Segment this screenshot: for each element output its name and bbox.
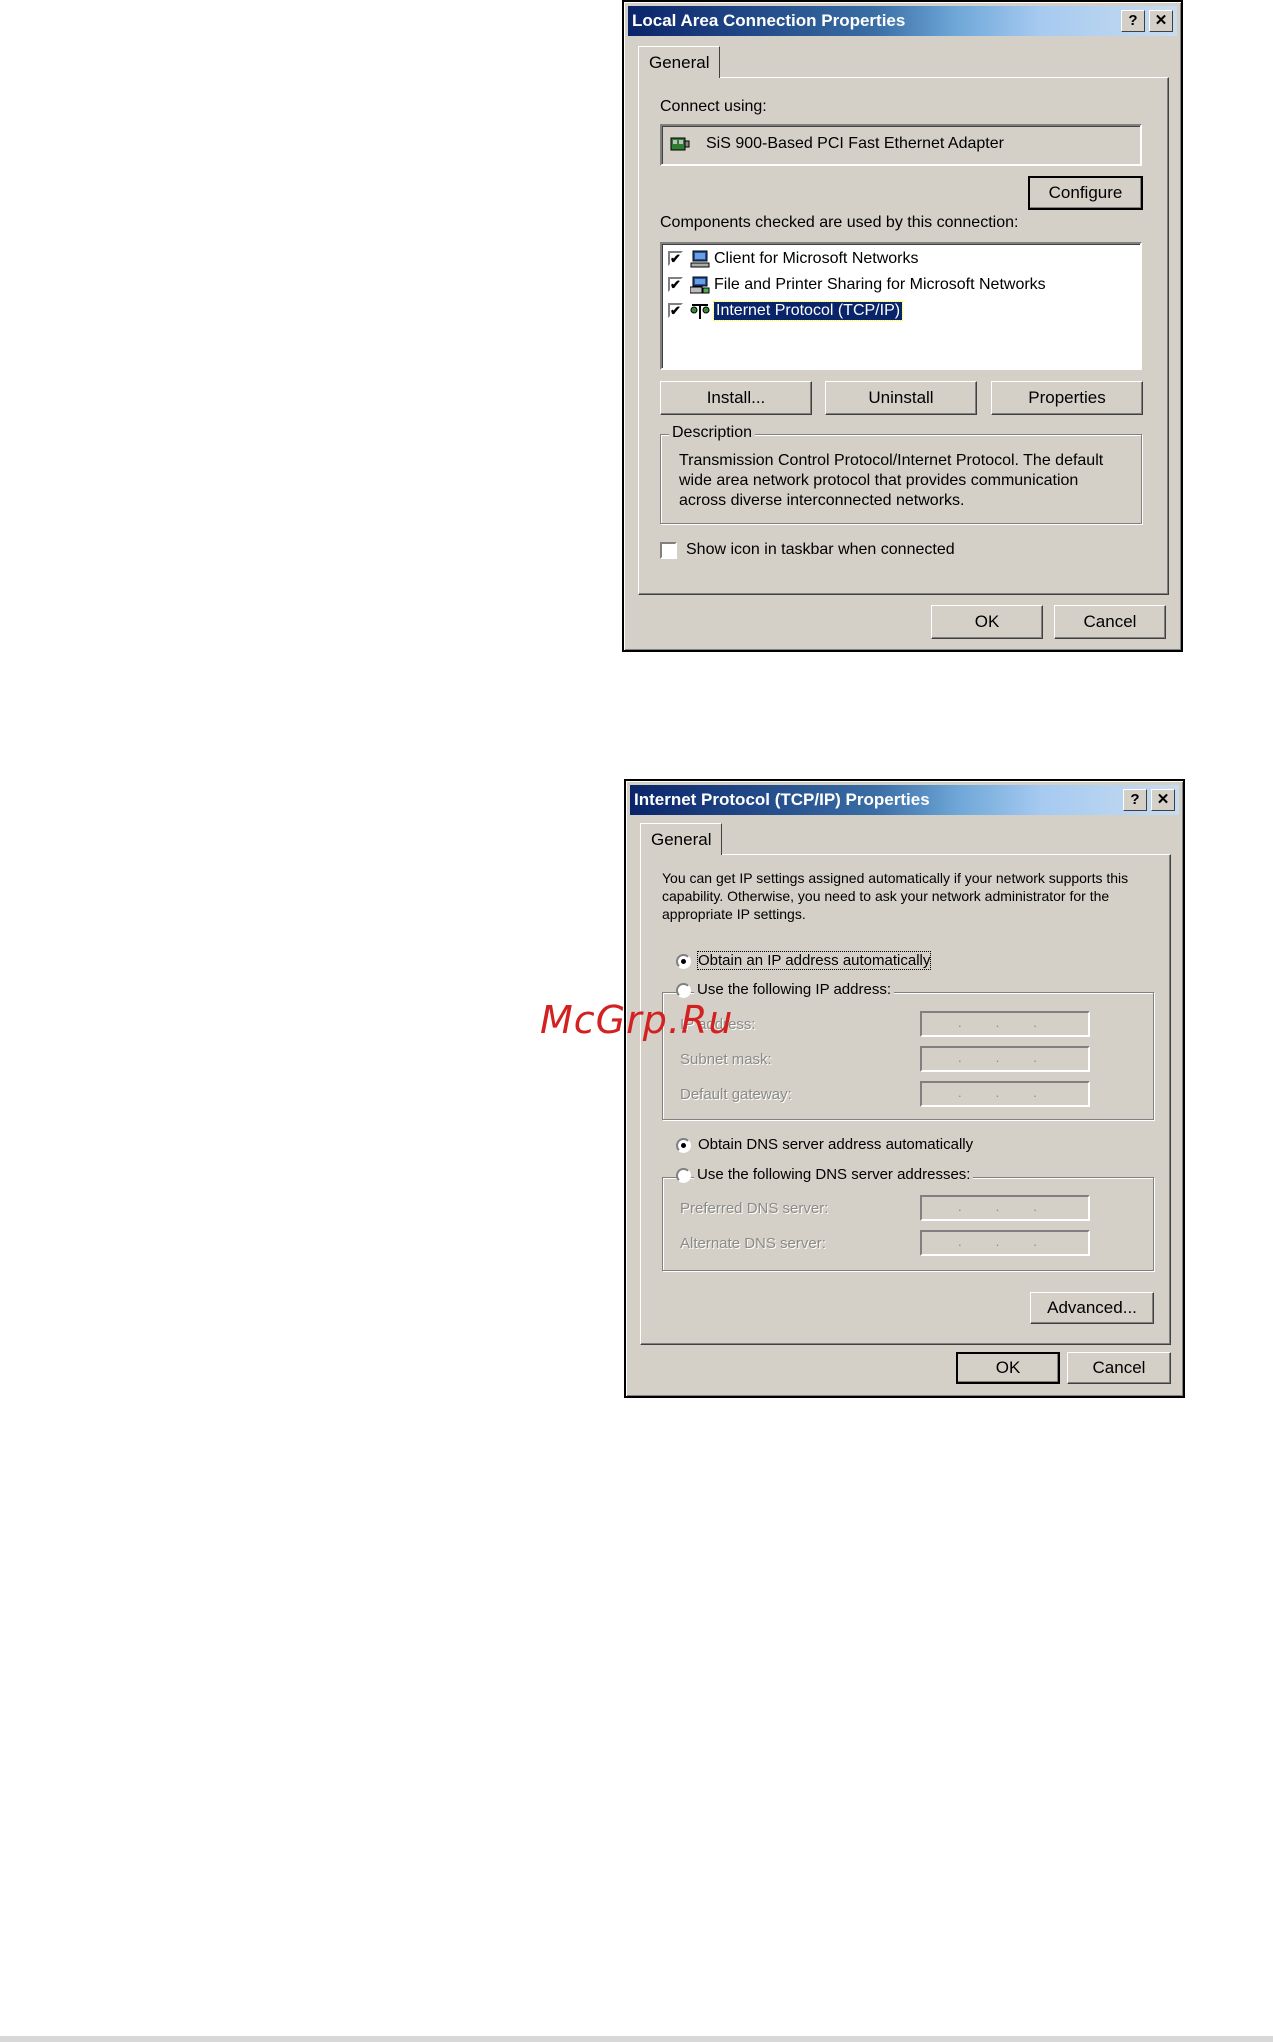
use-following-ip-radio[interactable] xyxy=(676,983,691,998)
footer-divider xyxy=(0,2036,1273,2042)
list-item[interactable]: ✔ Client for Microsoft Networks xyxy=(668,248,1128,272)
properties-label: Properties xyxy=(1028,388,1106,407)
ok-label: OK xyxy=(995,1358,1021,1377)
advanced-label: Advanced... xyxy=(1047,1298,1137,1317)
use-following-dns-radio[interactable] xyxy=(676,1168,691,1183)
help-button[interactable]: ? xyxy=(1121,10,1145,32)
network-adapter-icon xyxy=(670,137,690,151)
lan-title: Local Area Connection Properties xyxy=(632,11,906,30)
adapter-field: SiS 900-Based PCI Fast Ethernet Adapter xyxy=(660,124,1142,166)
install-button[interactable]: Install... xyxy=(660,381,812,415)
use-following-ip-label[interactable]: Use the following IP address: xyxy=(694,981,894,998)
obtain-ip-auto-label[interactable]: Obtain an IP address automatically xyxy=(696,951,932,970)
connect-using-label: Connect using: xyxy=(660,98,767,115)
alternate-dns-label: Alternate DNS server: xyxy=(680,1235,826,1252)
advanced-button[interactable]: Advanced... xyxy=(1030,1292,1154,1324)
cancel-label: Cancel xyxy=(1083,612,1137,631)
preferred-dns-field[interactable]: ... xyxy=(920,1195,1090,1221)
show-icon-label: Show icon in taskbar when connected xyxy=(686,541,955,558)
watermark-text: McGrp.Ru xyxy=(540,998,734,1042)
tcpip-title: Internet Protocol (TCP/IP) Properties xyxy=(634,790,930,809)
configure-button[interactable]: Configure xyxy=(1028,176,1143,210)
subnet-mask-label: Subnet mask: xyxy=(680,1051,772,1068)
ok-label: OK xyxy=(974,612,1000,631)
default-gateway-label: Default gateway: xyxy=(680,1086,792,1103)
cancel-button[interactable]: Cancel xyxy=(1067,1352,1171,1384)
use-following-dns-label[interactable]: Use the following DNS server addresses: xyxy=(694,1166,974,1183)
obtain-dns-auto-radio[interactable] xyxy=(676,1138,691,1153)
component-label-selected: Internet Protocol (TCP/IP) xyxy=(712,301,904,321)
preferred-dns-label: Preferred DNS server: xyxy=(680,1200,829,1217)
description-group: Description Transmission Control Protoco… xyxy=(660,424,1142,524)
description-text: Transmission Control Protocol/Internet P… xyxy=(679,452,1104,509)
component-checkbox[interactable]: ✔ xyxy=(668,303,683,318)
show-icon-checkbox[interactable] xyxy=(660,542,677,559)
component-checkbox[interactable]: ✔ xyxy=(668,277,683,292)
list-item[interactable]: ✔ Internet Protocol (TCP/IP) xyxy=(668,300,1128,324)
components-list[interactable]: ✔ Client for Microsoft Networks ✔ File a… xyxy=(660,242,1142,370)
uninstall-button[interactable]: Uninstall xyxy=(825,381,977,415)
list-item[interactable]: ✔ File and Printer Sharing for Microsoft… xyxy=(668,274,1128,298)
tab-general[interactable]: General xyxy=(638,46,721,78)
ip-address-field[interactable]: ... xyxy=(920,1011,1090,1037)
lan-properties-dialog: Local Area Connection Properties ? ✕ Gen… xyxy=(622,0,1183,652)
help-button[interactable]: ? xyxy=(1123,789,1147,811)
component-label: File and Printer Sharing for Microsoft N… xyxy=(714,276,1046,293)
cancel-label: Cancel xyxy=(1092,1358,1146,1377)
obtain-ip-auto-radio[interactable] xyxy=(676,954,691,969)
components-label: Components checked are used by this conn… xyxy=(660,214,1019,231)
adapter-name: SiS 900-Based PCI Fast Ethernet Adapter xyxy=(706,135,1004,152)
description-legend: Description xyxy=(669,424,756,442)
cancel-button[interactable]: Cancel xyxy=(1054,605,1166,639)
configure-label: Configure xyxy=(1048,183,1123,202)
subnet-mask-field[interactable]: ... xyxy=(920,1046,1090,1072)
close-button[interactable]: ✕ xyxy=(1149,10,1173,32)
alternate-dns-field[interactable]: ... xyxy=(920,1230,1090,1256)
protocol-icon xyxy=(690,304,710,319)
close-button[interactable]: ✕ xyxy=(1151,789,1175,811)
component-label: Client for Microsoft Networks xyxy=(714,250,919,267)
install-label: Install... xyxy=(706,388,766,407)
printer-sharing-icon xyxy=(690,276,710,294)
uninstall-label: Uninstall xyxy=(868,388,934,407)
intro-text: You can get IP settings assigned automat… xyxy=(662,870,1129,922)
dns-group xyxy=(662,1177,1154,1271)
ok-button[interactable]: OK xyxy=(956,1352,1060,1384)
ok-button[interactable]: OK xyxy=(931,605,1043,639)
tcpip-properties-dialog: Internet Protocol (TCP/IP) Properties ? … xyxy=(624,779,1185,1398)
component-checkbox[interactable]: ✔ xyxy=(668,251,683,266)
tcpip-titlebar[interactable]: Internet Protocol (TCP/IP) Properties ? … xyxy=(630,785,1179,815)
lan-titlebar[interactable]: Local Area Connection Properties ? ✕ xyxy=(628,6,1177,36)
client-network-icon xyxy=(690,250,710,268)
default-gateway-field[interactable]: ... xyxy=(920,1081,1090,1107)
tab-general[interactable]: General xyxy=(640,823,723,855)
properties-button[interactable]: Properties xyxy=(991,381,1143,415)
obtain-dns-auto-label[interactable]: Obtain DNS server address automatically xyxy=(698,1136,973,1153)
